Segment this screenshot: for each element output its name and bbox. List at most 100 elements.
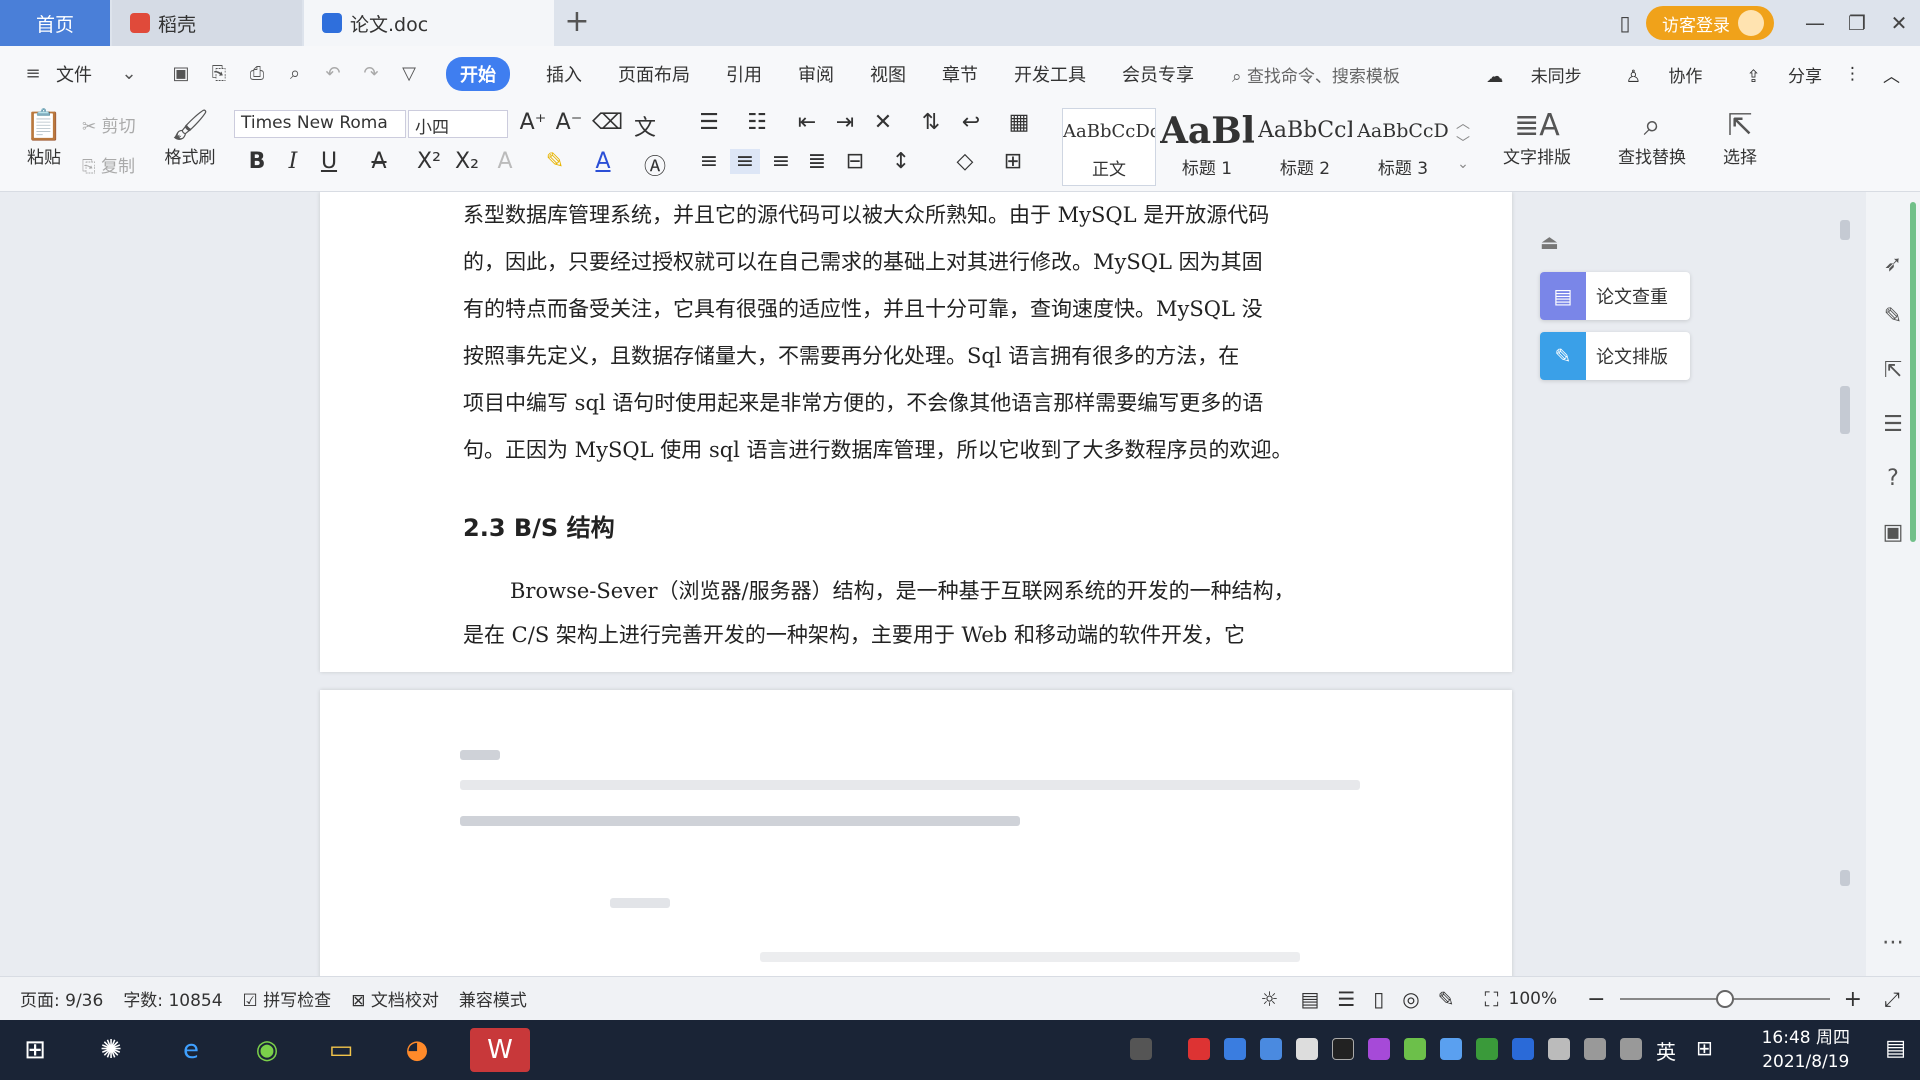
battery-icon[interactable] — [1548, 1038, 1570, 1060]
tab-document[interactable]: 论文.doc — [304, 0, 554, 46]
sync-button[interactable]: ☁ 未同步 — [1464, 62, 1581, 87]
web-view-icon[interactable]: ◎ — [1402, 987, 1419, 1011]
borders-icon[interactable]: ⊞ — [998, 149, 1028, 174]
style-normal[interactable]: AaBbCcDd 正文 — [1062, 108, 1156, 186]
new-tab-button[interactable]: + — [560, 6, 594, 40]
zoom-in-icon[interactable]: + — [1844, 987, 1862, 1012]
qq-icon[interactable] — [1332, 1038, 1354, 1060]
rocket-icon[interactable]: ➶ — [1880, 252, 1906, 278]
shield-icon[interactable] — [1260, 1038, 1282, 1060]
align-right-icon[interactable]: ≡ — [766, 149, 796, 174]
page-view-icon[interactable]: ▤ — [1300, 987, 1319, 1011]
word-count[interactable]: 字数: 10854 — [123, 986, 222, 1011]
layout-icon[interactable]: ▯ — [1604, 11, 1646, 35]
scroll-prev-page-icon[interactable] — [1840, 870, 1850, 886]
chinese-layout-icon[interactable]: ✕ — [868, 110, 898, 135]
fit-icon[interactable]: ⛶ — [1485, 987, 1499, 1011]
tray-app-icon[interactable] — [1368, 1038, 1390, 1060]
style-heading2[interactable]: AaBbCcI 标题 2 — [1258, 108, 1352, 186]
notification-icon[interactable]: ▤ — [1885, 1036, 1906, 1061]
login-button[interactable]: 访客登录 — [1646, 6, 1774, 40]
tray-app-icon[interactable] — [1440, 1038, 1462, 1060]
minimize-button[interactable]: — — [1794, 11, 1836, 35]
tab-daoke[interactable]: 稻壳 — [112, 0, 302, 46]
zoom-out-icon[interactable]: − — [1587, 987, 1605, 1012]
share-button[interactable]: ⇪ 分享 — [1724, 62, 1822, 87]
cut-button[interactable]: ✂ 剪切 — [82, 112, 136, 137]
menu-start[interactable]: 开始 — [446, 57, 510, 91]
fullscreen-icon[interactable]: ⤢ — [1884, 987, 1900, 1011]
print-preview-icon[interactable]: ⌕ — [282, 63, 308, 85]
collapse-ribbon-icon[interactable]: ︿ — [1883, 62, 1900, 87]
write-view-icon[interactable]: ✎ — [1438, 987, 1455, 1011]
print-icon[interactable]: ⎙ — [244, 63, 270, 85]
more-dots-icon[interactable]: ⋯ — [1880, 930, 1906, 956]
pen-icon[interactable]: ✎ — [1880, 304, 1906, 330]
news-tray-icon[interactable] — [1130, 1038, 1152, 1060]
strikethrough-icon[interactable]: A — [364, 149, 394, 174]
collab-button[interactable]: ♙ 协作 — [1604, 62, 1703, 87]
bullet-list-icon[interactable]: ☰ — [694, 110, 724, 135]
nvidia-icon[interactable] — [1476, 1038, 1498, 1060]
paste-button[interactable]: 📋 粘贴 — [18, 108, 70, 168]
command-search[interactable]: ⌕ 查找命令、搜索模板 — [1232, 62, 1400, 87]
menu-references[interactable]: 引用 — [726, 61, 762, 87]
close-button[interactable]: ✕ — [1878, 11, 1920, 35]
document-canvas[interactable]: 系型数据库管理系统，并且它的源代码可以被大众所熟知。由于 MySQL 是开放源代… — [0, 192, 1920, 976]
ninja-app-icon[interactable]: ◕ — [394, 1028, 440, 1072]
vertical-scrollbar[interactable] — [1838, 200, 1852, 970]
ime-indicator[interactable]: 英 — [1656, 1036, 1676, 1065]
menu-review[interactable]: 审阅 — [798, 61, 834, 87]
font-color-icon[interactable]: A — [588, 149, 618, 174]
justify-icon[interactable]: ≣ — [802, 149, 832, 174]
subscript-icon[interactable]: X₂ — [452, 149, 482, 174]
ie-browser-icon[interactable]: e — [168, 1028, 214, 1072]
hamburger-icon[interactable]: ≡ — [20, 63, 46, 85]
adjust-icon[interactable]: ☰ — [1880, 412, 1906, 438]
wps-app-icon[interactable]: W — [470, 1028, 530, 1072]
pinwheel-app-icon[interactable]: ✺ — [88, 1028, 134, 1072]
menu-insert[interactable]: 插入 — [546, 61, 582, 87]
undo-icon[interactable]: ↶ — [320, 63, 346, 85]
font-size-select[interactable]: 小四 — [408, 110, 508, 138]
image-tool-icon[interactable]: ▣ — [1880, 520, 1906, 546]
show-hide-icon[interactable]: ↩ — [956, 110, 986, 135]
clear-format-icon[interactable]: ⌫ — [592, 110, 623, 135]
align-center-icon[interactable]: ≡ — [730, 149, 760, 174]
indent-icon[interactable]: ⇥ — [830, 110, 860, 135]
text-effect-icon[interactable]: A — [490, 149, 520, 174]
phonetic-icon[interactable]: 文 — [630, 110, 660, 142]
bluetooth-icon[interactable] — [1512, 1038, 1534, 1060]
highlight-icon[interactable]: ✎ — [540, 149, 570, 174]
more-icon[interactable]: ⋮ — [1844, 64, 1861, 84]
tray-app-icon[interactable] — [1188, 1038, 1210, 1060]
shading-icon[interactable]: ◇ — [950, 149, 980, 174]
help-icon[interactable]: ? — [1880, 466, 1906, 492]
zoom-level[interactable]: 100% — [1509, 989, 1558, 1009]
sort-icon[interactable]: ⇅ — [916, 110, 946, 135]
superscript-icon[interactable]: X² — [414, 149, 444, 174]
browser-360-icon[interactable]: ◉ — [244, 1028, 290, 1072]
menu-page-layout[interactable]: 页面布局 — [618, 61, 690, 87]
bold-icon[interactable]: B — [242, 149, 272, 174]
table-icon[interactable]: ▦ — [1004, 110, 1034, 135]
tray-app-icon[interactable] — [1224, 1038, 1246, 1060]
menu-view[interactable]: 视图 — [870, 61, 906, 87]
text-layout-button[interactable]: ≣A 文字排版 — [1492, 108, 1582, 168]
italic-icon[interactable]: I — [278, 149, 308, 174]
pointer-icon[interactable]: ⇱ — [1880, 358, 1906, 384]
line-spacing-icon[interactable]: ↕ — [886, 149, 916, 174]
distribute-icon[interactable]: ⊟ — [840, 149, 870, 174]
chevron-down-icon[interactable]: ⌄ — [116, 63, 142, 85]
paper-check-button[interactable]: ▤ 论文查重 — [1540, 272, 1690, 320]
wifi-icon[interactable] — [1584, 1038, 1606, 1060]
export-icon[interactable]: ⎘ — [206, 63, 232, 85]
redo-icon[interactable]: ↷ — [358, 63, 384, 85]
find-replace-button[interactable]: ⌕ 查找替换 — [1606, 108, 1698, 168]
reading-view-icon[interactable]: ▯ — [1373, 987, 1384, 1011]
scroll-up-icon[interactable] — [1840, 220, 1850, 240]
windows-start-icon[interactable]: ⊞ — [12, 1028, 58, 1072]
shrink-font-icon[interactable]: A⁻ — [554, 110, 584, 135]
select-button[interactable]: ⇱ 选择 — [1710, 108, 1770, 168]
customize-icon[interactable]: ▽ — [396, 63, 422, 85]
